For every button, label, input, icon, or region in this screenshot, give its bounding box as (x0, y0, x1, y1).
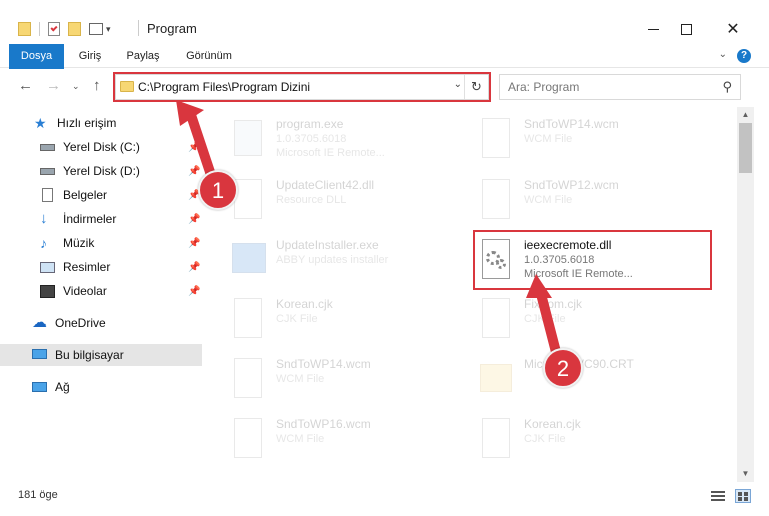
title-bar: ▾ Program ✕ (0, 0, 769, 44)
cloud-icon: ☁ (32, 314, 47, 331)
expand-ribbon-icon[interactable]: ⌄ (719, 49, 727, 60)
close-icon: ✕ (726, 21, 740, 38)
document-file-icon (230, 296, 266, 340)
star-icon: ★ (34, 115, 47, 131)
close-button[interactable]: ✕ (710, 14, 756, 44)
sidebar-item-documents[interactable]: Belgeler (40, 184, 107, 206)
status-bar: 181 öge (0, 484, 769, 508)
sidebar-item-music[interactable]: ♪ Müzik (40, 232, 94, 254)
search-placeholder: Ara: Program (508, 80, 580, 94)
window-title: Program (147, 21, 197, 36)
pin-icon[interactable]: 📌 (188, 214, 200, 225)
step-marker-1: 1 (198, 170, 238, 210)
large-icons-view-icon[interactable] (735, 489, 751, 503)
ribbon: Dosya Giriş Paylaş Görünüm ⌄ ? (0, 44, 769, 100)
download-icon: ↓ (40, 210, 48, 227)
sidebar-item-quick-access[interactable]: ★ Hızlı erişim (34, 112, 116, 134)
document-file-icon (478, 177, 514, 221)
vertical-scrollbar[interactable]: ▲ ▼ (737, 107, 754, 482)
back-arrow-icon[interactable]: ← (18, 77, 33, 94)
file-item[interactable]: program.exe 1.0.3705.6018 Microsoft IE R… (230, 112, 470, 168)
pictures-icon (40, 260, 56, 274)
document-file-icon (478, 416, 514, 460)
document-file-icon (478, 296, 514, 340)
tab-home[interactable]: Giriş (70, 44, 110, 68)
file-item[interactable]: UpdateInstaller.exe ABBY updates install… (230, 233, 470, 289)
details-view-icon[interactable] (711, 489, 727, 503)
navigation-pane: ★ Hızlı erişim Yerel Disk (C:) 📌 Yerel D… (0, 107, 205, 482)
tab-share[interactable]: Paylaş (120, 44, 166, 68)
file-item[interactable]: SndToWP16.wcm WCM File (230, 412, 470, 468)
search-icon: ⚲ (722, 79, 732, 94)
sidebar-item-videos[interactable]: Videolar (40, 280, 107, 302)
scroll-thumb[interactable] (739, 123, 752, 173)
pin-icon[interactable]: 📌 (188, 166, 200, 177)
file-item[interactable]: SndToWP14.wcm WCM File (230, 352, 470, 408)
recent-locations-icon[interactable]: ⌄ (72, 81, 80, 92)
file-highlight (473, 230, 712, 290)
sidebar-item-this-pc[interactable]: Bu bilgisayar (0, 344, 202, 366)
forward-arrow-icon[interactable]: → (46, 77, 61, 94)
scroll-up-icon[interactable]: ▲ (737, 107, 754, 123)
drive-icon (40, 164, 56, 178)
pin-icon[interactable]: 📌 (188, 262, 200, 273)
pin-icon[interactable]: 📌 (188, 238, 200, 249)
network-icon (32, 380, 48, 394)
file-list: program.exe 1.0.3705.6018 Microsoft IE R… (206, 107, 737, 482)
documents-icon (40, 188, 56, 202)
separator (138, 20, 139, 36)
new-folder-icon[interactable] (68, 22, 81, 36)
separator (39, 22, 40, 36)
file-item[interactable]: Korean.cjk CJK File (478, 412, 718, 468)
computer-icon (32, 348, 48, 362)
video-icon (40, 284, 56, 298)
view-options-icon[interactable] (89, 23, 103, 35)
help-button[interactable]: ? (737, 49, 751, 63)
quick-access-toolbar: ▾ (18, 20, 111, 38)
installer-file-icon (230, 237, 266, 281)
music-icon: ♪ (40, 235, 47, 251)
maximize-icon (680, 23, 692, 35)
pin-icon[interactable]: 📌 (188, 286, 200, 297)
step-marker-2: 2 (543, 348, 583, 388)
file-item[interactable]: SndToWP12.wcm WCM File (478, 173, 718, 229)
drive-icon (40, 140, 56, 154)
scroll-down-icon[interactable]: ▼ (737, 466, 754, 482)
customize-dropdown-icon[interactable]: ▾ (106, 24, 111, 35)
tab-view[interactable]: Görünüm (180, 44, 238, 68)
file-item[interactable]: Korean.cjk CJK File (230, 292, 470, 348)
document-file-icon (230, 416, 266, 460)
item-count: 181 öge (18, 489, 58, 501)
properties-icon[interactable] (48, 22, 60, 36)
document-file-icon (478, 116, 514, 160)
file-item[interactable]: SndToWP14.wcm WCM File (478, 112, 718, 168)
up-arrow-icon[interactable]: ↑ (93, 77, 101, 94)
document-file-icon (230, 356, 266, 400)
maximize-button[interactable] (663, 14, 709, 44)
sidebar-item-downloads[interactable]: ↓ İndirmeler (40, 208, 116, 230)
pin-icon[interactable]: 📌 (188, 142, 200, 153)
folder-icon (18, 22, 31, 36)
sidebar-item-disk-c[interactable]: Yerel Disk (C:) (40, 136, 140, 158)
minimize-icon (647, 28, 659, 30)
file-item[interactable]: Fixtrom.cjk CJK File (478, 292, 718, 348)
sidebar-item-network[interactable]: Ağ (32, 376, 70, 398)
sidebar-item-pictures[interactable]: Resimler (40, 256, 110, 278)
file-item[interactable]: UpdateClient42.dll Resource DLL (230, 173, 470, 229)
exe-file-icon (230, 116, 266, 160)
sidebar-item-disk-d[interactable]: Yerel Disk (D:) (40, 160, 140, 182)
search-input[interactable]: Ara: Program ⚲ (499, 74, 741, 100)
folder-icon (478, 356, 514, 400)
folder-item[interactable]: Microsoft.VC90.CRT (478, 352, 718, 408)
address-highlight (113, 72, 491, 102)
sidebar-item-onedrive[interactable]: ☁ OneDrive (32, 312, 106, 334)
